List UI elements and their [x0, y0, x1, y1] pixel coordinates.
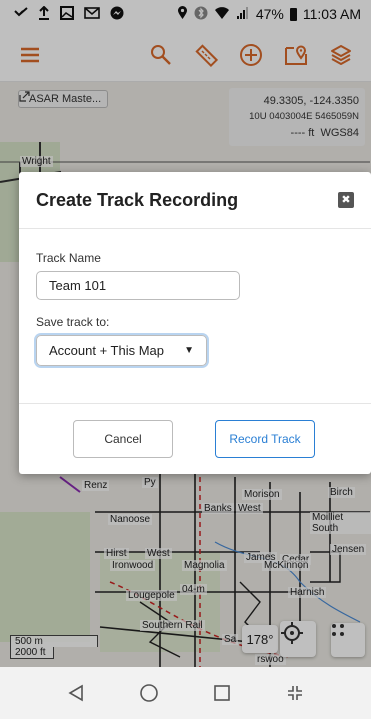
back-icon[interactable] — [56, 673, 96, 713]
close-icon[interactable]: ✖ — [338, 192, 354, 208]
screen-fit-icon[interactable] — [275, 673, 315, 713]
save-to-value: Account + This Map — [49, 343, 165, 358]
cancel-button[interactable]: Cancel — [73, 420, 173, 458]
track-name-label: Track Name — [36, 251, 101, 265]
record-track-button[interactable]: Record Track — [215, 420, 315, 458]
caret-down-icon: ▼ — [184, 345, 194, 356]
dialog-header: Create Track Recording ✖ — [19, 172, 371, 229]
dialog-body: Track Name Team 101 Save track to: Accou… — [19, 229, 371, 366]
save-to-select[interactable]: Account + This Map ▼ — [36, 335, 207, 366]
track-name-input[interactable]: Team 101 — [36, 271, 240, 300]
recents-icon[interactable] — [202, 673, 242, 713]
dialog-footer: Cancel Record Track — [19, 403, 371, 474]
create-track-dialog: Create Track Recording ✖ Track Name Team… — [19, 172, 371, 474]
dialog-title: Create Track Recording — [36, 189, 239, 210]
save-to-label: Save track to: — [36, 315, 110, 329]
home-icon[interactable] — [129, 673, 169, 713]
system-nav-bar — [0, 667, 371, 719]
